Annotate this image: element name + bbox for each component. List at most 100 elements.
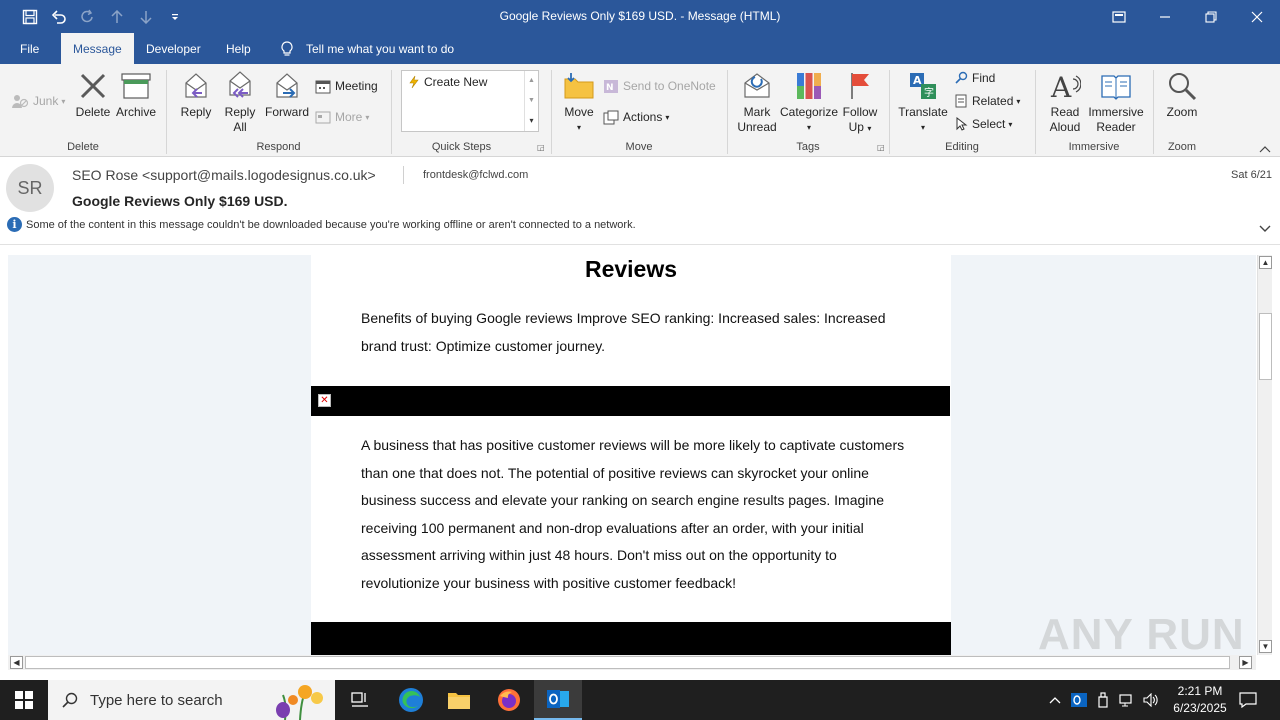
expand-header-icon[interactable] <box>1259 220 1271 236</box>
task-view-button[interactable] <box>336 680 384 720</box>
scroll-down-icon[interactable]: ▼ <box>1259 640 1272 653</box>
more-label: More <box>335 110 363 124</box>
meeting-button[interactable]: Meeting <box>315 76 378 96</box>
archive-button[interactable]: Archive <box>114 71 158 120</box>
quick-steps-down-icon[interactable]: ▼ <box>525 91 538 111</box>
tab-file[interactable]: File <box>8 33 51 64</box>
flag-icon <box>851 73 869 99</box>
translate-button[interactable]: A字 Translate ▾ <box>896 71 950 135</box>
select-label: Select <box>972 117 1006 131</box>
move-folder-icon <box>564 73 594 99</box>
move-label: Move <box>564 105 594 119</box>
tell-me-search[interactable]: Tell me what you want to do <box>268 33 466 64</box>
sender[interactable]: SEO Rose <support@mails.logodesignus.co.… <box>72 167 376 183</box>
taskbar-file-explorer[interactable] <box>435 680 483 720</box>
undo-icon[interactable] <box>44 0 73 33</box>
scroll-up-icon[interactable]: ▲ <box>1259 256 1272 269</box>
more-respond-icon <box>315 111 331 123</box>
redo-icon[interactable] <box>73 0 102 33</box>
taskbar-firefox[interactable] <box>485 680 533 720</box>
collapse-ribbon-icon[interactable] <box>1259 142 1271 156</box>
move-group-label: Move <box>625 141 653 153</box>
recipient[interactable]: frontdesk@fclwd.com <box>423 169 528 181</box>
tray-usb-icon[interactable] <box>1092 680 1114 720</box>
magnifier-icon <box>1169 73 1197 101</box>
select-button[interactable]: Select ▾ <box>954 114 1012 134</box>
close-icon[interactable] <box>1234 0 1280 33</box>
restore-icon[interactable] <box>1188 0 1234 33</box>
actions-button[interactable]: Actions ▾ <box>603 107 669 127</box>
reply-button[interactable]: Reply <box>176 71 216 120</box>
quick-steps-scrollbar[interactable]: ▲ ▼ ▾ <box>524 71 538 131</box>
mark-unread-button[interactable]: Mark Unread <box>734 71 780 135</box>
read-aloud-button[interactable]: A Read Aloud <box>1044 71 1086 135</box>
archive-label: Archive <box>115 105 156 119</box>
quick-steps-gallery: Create New ▲ ▼ ▾ <box>401 70 539 132</box>
customize-quick-access-icon[interactable] <box>160 0 189 33</box>
immersive-reader-label-line2: Reader <box>1096 120 1136 134</box>
follow-up-button[interactable]: Follow Up ▾ <box>840 71 880 136</box>
related-button[interactable]: Related ▾ <box>954 91 1020 111</box>
taskbar-search[interactable]: Type here to search <box>48 680 335 720</box>
save-icon[interactable] <box>15 0 44 33</box>
follow-up-label-line2: Up <box>848 120 864 134</box>
junk-label: Junk <box>33 94 59 108</box>
info-bar-text: Some of the content in this message coul… <box>26 218 636 231</box>
categorize-button[interactable]: Categorize ▾ <box>779 71 839 135</box>
onenote-label: Send to OneNote <box>623 79 716 93</box>
firefox-icon <box>498 689 520 711</box>
notifications-icon[interactable] <box>1234 680 1262 720</box>
taskbar-outlook[interactable] <box>534 680 582 720</box>
follow-up-label-line1: Follow <box>842 105 878 119</box>
tray-outlook-icon[interactable] <box>1068 680 1090 720</box>
delete-button[interactable]: Delete <box>74 71 112 120</box>
clock-date: 6/23/2025 <box>1173 701 1227 715</box>
tab-message[interactable]: Message <box>61 33 134 64</box>
ribbon-display-options-icon[interactable] <box>1096 0 1142 33</box>
forward-icon <box>276 73 298 98</box>
quick-steps-up-icon[interactable]: ▲ <box>525 71 538 91</box>
quick-step-create-new[interactable]: Create New <box>408 72 487 92</box>
mark-unread-label-line2: Unread <box>737 120 777 134</box>
zoom-button[interactable]: Zoom <box>1162 71 1202 120</box>
vertical-scrollbar[interactable]: ▲ ▼ <box>1257 255 1272 655</box>
volume-icon[interactable] <box>1140 680 1162 720</box>
next-item-icon[interactable] <box>131 0 160 33</box>
network-icon[interactable] <box>1116 680 1138 720</box>
move-button[interactable]: Move ▾ <box>559 71 599 135</box>
send-to-onenote-button[interactable]: N Send to OneNote <box>603 76 716 96</box>
actions-label: Actions <box>623 110 663 124</box>
respond-group-label: Respond <box>256 141 301 153</box>
start-button[interactable] <box>0 680 48 720</box>
immersive-reader-button[interactable]: Immersive Reader <box>1086 71 1146 135</box>
tab-help[interactable]: Help <box>214 33 263 64</box>
svg-text:A: A <box>913 74 922 87</box>
scroll-left-icon[interactable]: ◀ <box>10 656 23 669</box>
show-hidden-icons-icon[interactable] <box>1044 680 1066 720</box>
read-aloud-icon: A <box>1050 71 1081 101</box>
more-respond-button[interactable]: More ▾ <box>315 107 369 127</box>
related-icon <box>955 94 967 108</box>
avatar[interactable]: SR <box>6 164 54 212</box>
tags-launcher-icon[interactable]: ◲ <box>877 143 885 152</box>
quick-steps-expand-icon[interactable]: ▾ <box>525 111 538 131</box>
info-bar[interactable]: i Some of the content in this message co… <box>7 217 636 232</box>
reply-all-label-line1: Reply <box>224 105 256 119</box>
actions-dropdown-icon: ▾ <box>665 112 670 122</box>
taskbar-clock[interactable]: 2:21 PM 6/23/2025 <box>1160 683 1240 717</box>
previous-item-icon[interactable] <box>102 0 131 33</box>
taskbar-edge[interactable] <box>387 680 435 720</box>
junk-button[interactable]: Junk ▾ <box>11 91 65 111</box>
outlook-icon <box>547 690 569 708</box>
tab-developer[interactable]: Developer <box>134 33 213 64</box>
vertical-scroll-thumb[interactable] <box>1259 313 1272 380</box>
minimize-icon[interactable] <box>1142 0 1188 33</box>
immersive-reader-label-line1: Immersive <box>1088 105 1144 119</box>
quick-steps-launcher-icon[interactable]: ◲ <box>537 143 545 152</box>
watermark: ANY RUN <box>1038 610 1245 659</box>
reply-all-button[interactable]: Reply All <box>220 69 260 135</box>
forward-button[interactable]: Forward <box>262 71 312 120</box>
find-button[interactable]: Find <box>954 68 995 88</box>
info-icon: i <box>7 217 22 232</box>
tags-group-label: Tags <box>796 141 820 153</box>
